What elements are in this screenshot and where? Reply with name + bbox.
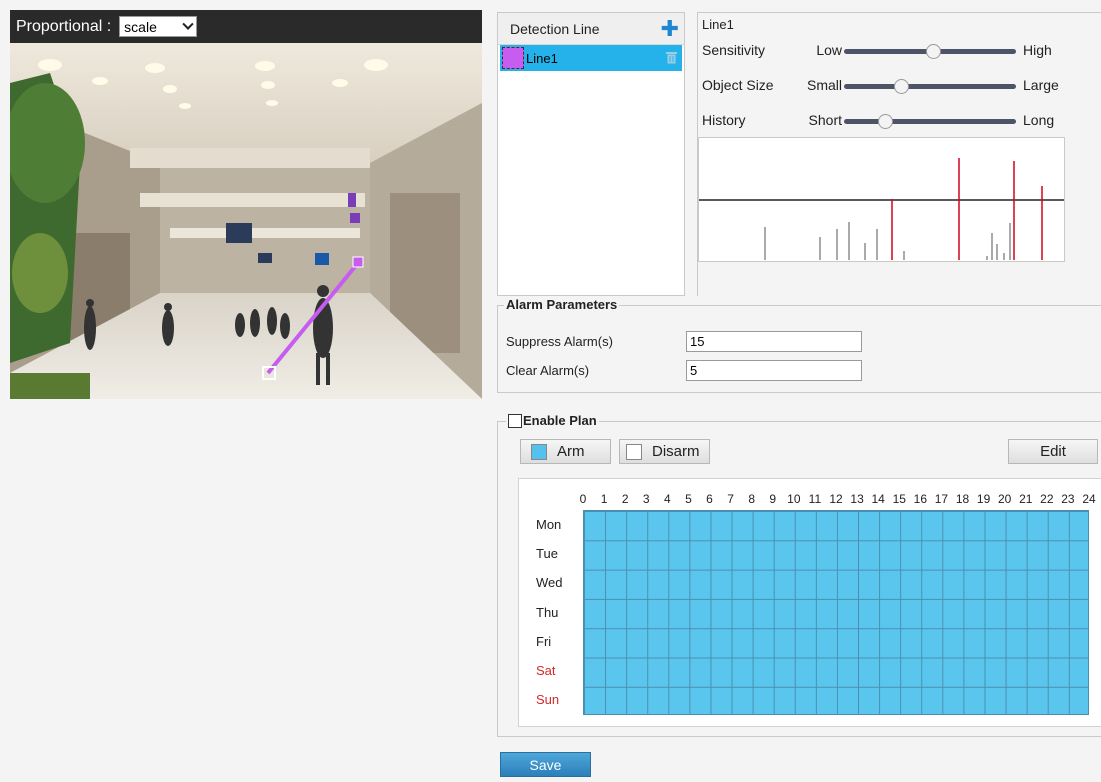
- history-max-label: Long: [1023, 112, 1055, 128]
- hour-label: 11: [808, 492, 822, 506]
- object-size-min-label: Small: [806, 77, 842, 93]
- hour-label: 23: [1061, 492, 1075, 506]
- alarm-parameters-group: Alarm Parameters Suppress Alarm(s) Clear…: [497, 297, 1101, 393]
- hour-label: 7: [727, 492, 734, 506]
- history-label: History: [702, 112, 746, 128]
- hour-label: 12: [829, 492, 843, 506]
- hour-label: 8: [748, 492, 755, 506]
- suppress-alarm-label: Suppress Alarm(s): [506, 333, 613, 349]
- hour-label: 17: [934, 492, 949, 506]
- hour-label: 16: [913, 492, 928, 506]
- hour-label: 0: [579, 492, 587, 506]
- day-label-fri: Fri: [536, 633, 552, 649]
- schedule-panel: 0 1 2 3 4 5 6 7 8 9 10 11 12 13 14 15 16 17 18 19 20 21 22 23 24…: [518, 478, 1101, 727]
- hour-label: 21: [1019, 492, 1033, 506]
- hour-label: 5: [685, 492, 692, 506]
- hour-label: 24: [1082, 492, 1096, 506]
- enable-plan-label: Enable Plan: [523, 413, 597, 428]
- hour-label: 3: [642, 492, 650, 506]
- object-size-max-label: Large: [1023, 77, 1059, 93]
- line-name: Line1: [702, 17, 734, 32]
- sensitivity-max-label: High: [1023, 42, 1052, 58]
- hour-label: 2: [621, 492, 629, 506]
- sensitivity-min-label: Low: [816, 42, 842, 58]
- list-item-line1[interactable]: Line1: [500, 45, 682, 71]
- arm-color-swatch: [531, 443, 547, 460]
- line-end-handle: [352, 256, 364, 268]
- hour-label: 6: [706, 492, 713, 506]
- hour-label: 14: [871, 492, 885, 506]
- hour-labels: 0 1 2 3 4 5 6 7 8 9 10 11 12 13 14 15 16 17 18 19 20 21 22 23 24: [519, 492, 1101, 506]
- history-row: History Short Long: [702, 110, 1082, 132]
- history-slider-thumb[interactable]: [878, 114, 894, 129]
- save-button[interactable]: Save: [500, 752, 591, 777]
- detection-history-chart: [698, 137, 1065, 262]
- day-label-sat: Sat: [536, 663, 556, 679]
- scale-select-value: scale: [124, 18, 157, 35]
- trash-icon[interactable]: [666, 51, 677, 64]
- enable-plan[interactable]: Enable Plan: [506, 413, 599, 428]
- detection-line-title: Detection Line: [510, 20, 600, 37]
- clear-alarm-input[interactable]: [686, 359, 862, 381]
- sensitivity-label: Sensitivity: [702, 42, 766, 58]
- detection-line-list: Detection Line ✚ Line1: [497, 12, 685, 296]
- clear-alarm-label: Clear Alarm(s): [506, 362, 590, 378]
- suppress-alarm-input[interactable]: [686, 330, 862, 352]
- hour-label: 20: [997, 492, 1012, 506]
- object-size-slider[interactable]: [844, 79, 1016, 94]
- edit-button-label: Edit: [1040, 443, 1066, 460]
- scale-select[interactable]: scale: [119, 16, 198, 37]
- hour-label: 19: [976, 492, 991, 506]
- edit-button[interactable]: Edit: [1008, 439, 1098, 464]
- hour-label: 15: [892, 492, 906, 506]
- suppress-alarm-row: Suppress Alarm(s): [506, 330, 862, 352]
- mall-camera-image: [10, 43, 482, 399]
- hour-label: 1: [600, 492, 608, 506]
- hour-label: 9: [769, 492, 777, 506]
- proportional-label: Proportional :: [16, 17, 112, 35]
- object-size-row: Object Size Small Large: [702, 75, 1082, 97]
- hour-label: 13: [850, 492, 864, 506]
- arm-button[interactable]: Arm: [520, 439, 611, 464]
- object-size-label: Object Size: [702, 77, 774, 93]
- detection-line-header: Detection Line ✚: [498, 13, 684, 45]
- day-label-thu: Thu: [536, 604, 559, 620]
- line-item-label: Line1: [526, 50, 558, 66]
- line-settings-panel: Line1 Sensitivity Low High Object Size S…: [697, 12, 1101, 296]
- history-chart-svg: [699, 158, 1064, 260]
- sensitivity-slider-thumb[interactable]: [926, 44, 942, 59]
- arm-button-label: Arm: [557, 443, 585, 460]
- plus-icon[interactable]: ✚: [661, 17, 679, 40]
- hour-label: 4: [663, 492, 671, 506]
- day-label-tue: Tue: [536, 545, 558, 561]
- disarm-button-label: Disarm: [652, 443, 700, 460]
- hour-label: 18: [955, 492, 970, 506]
- line-color-swatch[interactable]: [502, 47, 524, 69]
- sensitivity-row: Sensitivity Low High: [702, 40, 1082, 62]
- enable-plan-checkbox[interactable]: [508, 413, 522, 428]
- disarm-color-swatch: [626, 443, 642, 460]
- clear-alarm-row: Clear Alarm(s): [506, 359, 862, 381]
- disarm-button[interactable]: Disarm: [619, 439, 710, 464]
- hour-label: 10: [787, 492, 801, 506]
- schedule-grid[interactable]: [583, 510, 1089, 715]
- sensitivity-slider[interactable]: [844, 44, 1016, 59]
- day-label-sun: Sun: [536, 692, 560, 708]
- plan-group: Enable Plan Arm Disarm Edit 0 1 2 3 4 5 6 7 8 9 10…: [497, 413, 1101, 737]
- history-min-label: Short: [808, 112, 842, 128]
- day-label-mon: Mon: [536, 516, 562, 532]
- video-panel: Proportional : scale: [10, 10, 482, 399]
- object-size-slider-thumb[interactable]: [893, 79, 909, 94]
- day-label-wed: Wed: [536, 575, 563, 591]
- hour-label: 22: [1040, 492, 1054, 506]
- video-preview[interactable]: [10, 43, 482, 399]
- alarm-parameters-title: Alarm Parameters: [504, 297, 620, 312]
- history-slider[interactable]: [844, 114, 1016, 129]
- chevron-down-icon: [182, 18, 194, 30]
- video-toolbar: Proportional : scale: [10, 10, 482, 43]
